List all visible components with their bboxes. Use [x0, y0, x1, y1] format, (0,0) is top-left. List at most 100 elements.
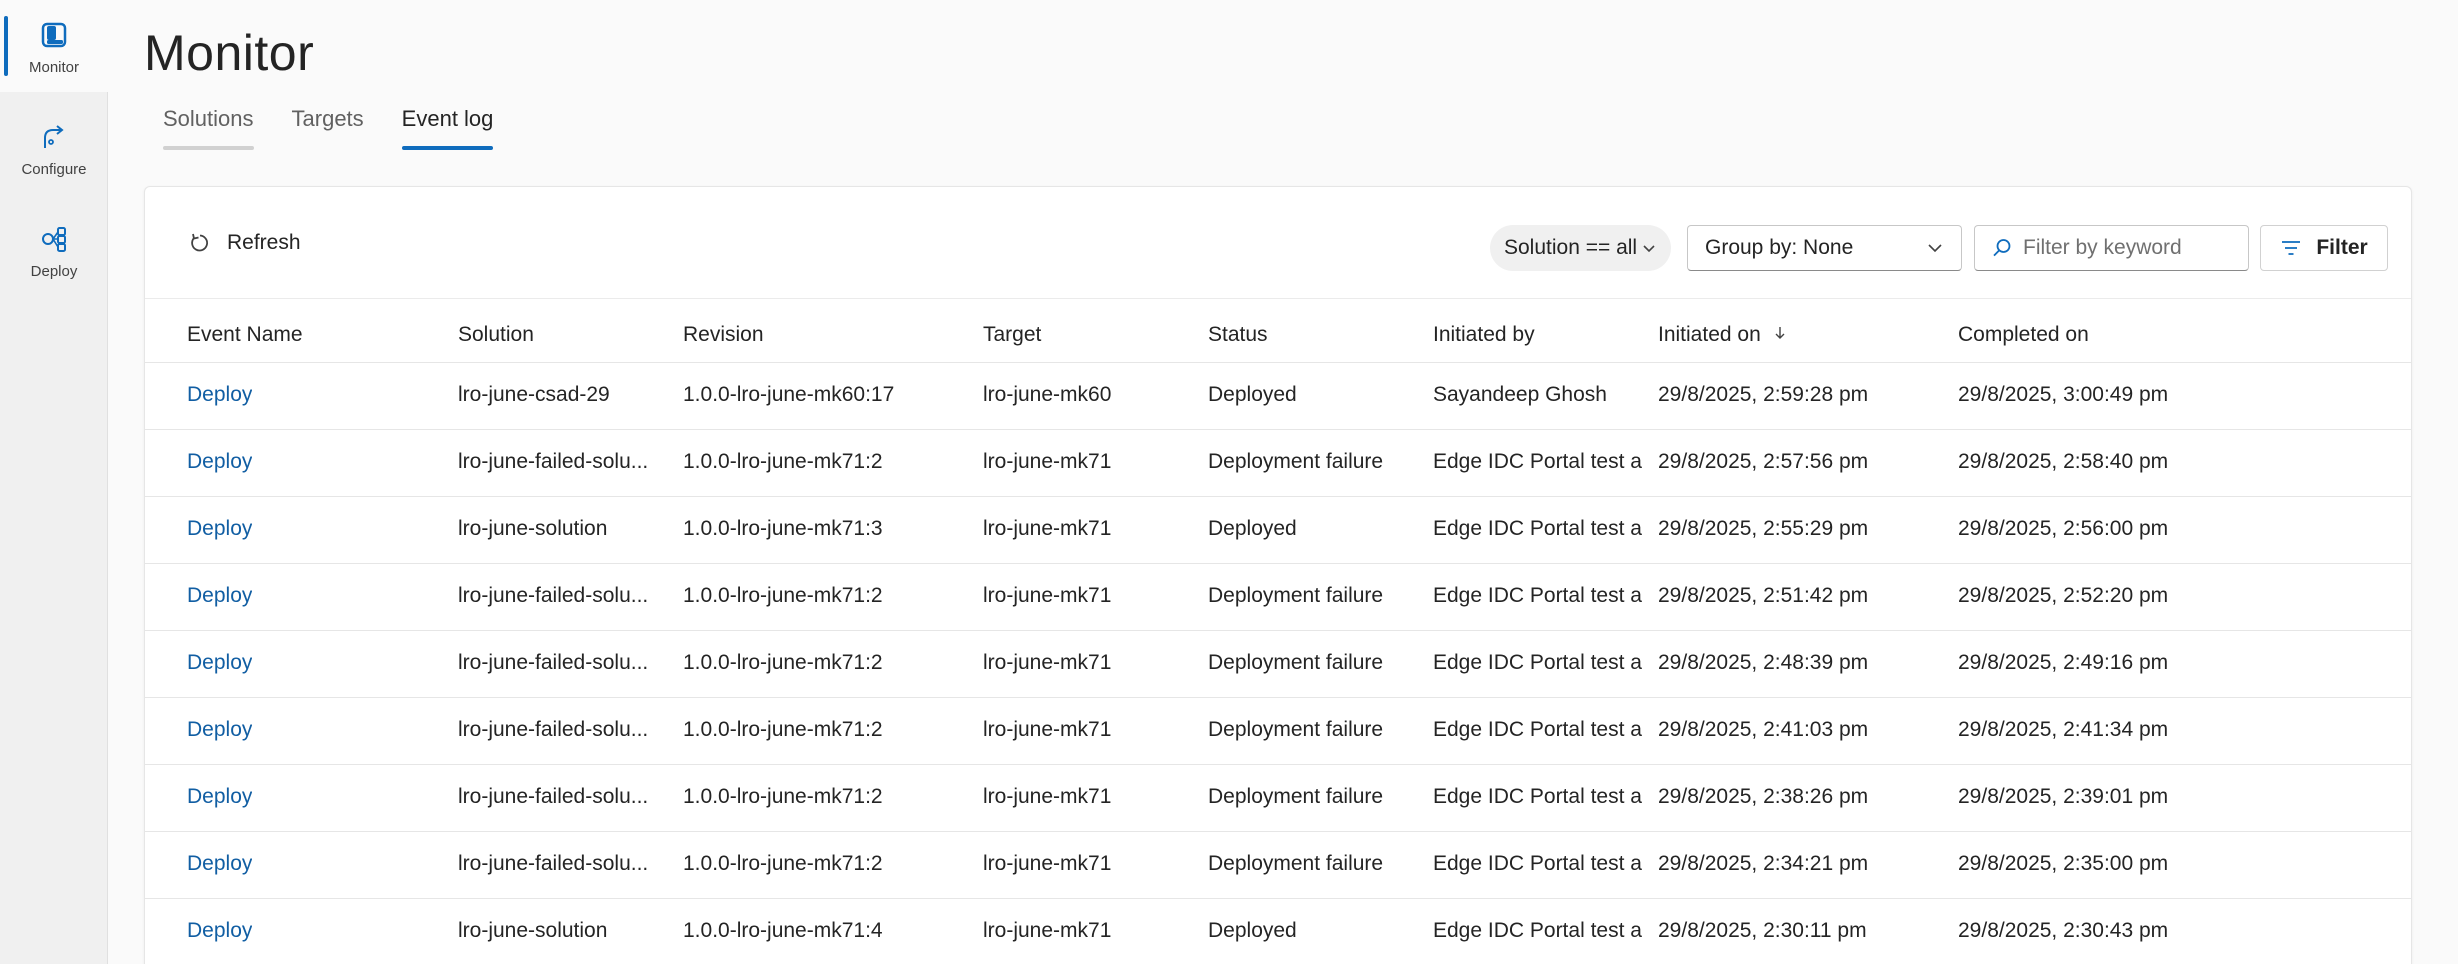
- search-icon: [1991, 237, 2013, 259]
- initiated-by-cell: Edge IDC Portal test a: [1433, 718, 1642, 741]
- status-cell: Deployment failure: [1208, 450, 1384, 473]
- solution-cell: lro-june-solution: [458, 919, 608, 942]
- tab-targets[interactable]: Targets: [292, 100, 364, 150]
- initiated-on-cell: 29/8/2025, 2:48:39 pm: [1658, 651, 1869, 674]
- initiated-on-cell: 29/8/2025, 2:34:21 pm: [1658, 852, 1869, 875]
- nav-item-monitor[interactable]: Monitor: [0, 0, 108, 92]
- initiated-by-cell: Edge IDC Portal test a: [1433, 852, 1642, 875]
- nav-item-deploy[interactable]: Deploy: [0, 204, 108, 296]
- solution-cell: lro-june-failed-solu...: [458, 785, 649, 808]
- table-row[interactable]: Deploy lro-june-failed-solu... 1.0.0-lro-j…: [145, 564, 2411, 631]
- initiated-on-cell: 29/8/2025, 2:30:11 pm: [1658, 919, 1867, 942]
- event-name-link[interactable]: Deploy: [187, 852, 252, 876]
- solution-filter-pill[interactable]: Solution == all: [1490, 225, 1672, 271]
- status-cell: Deployment failure: [1208, 852, 1384, 875]
- target-cell: lro-june-mk71: [983, 852, 1112, 875]
- status-cell: Deployed: [1208, 383, 1297, 406]
- column-header-event-name[interactable]: Event Name: [187, 323, 303, 347]
- monitor-icon: [36, 17, 72, 53]
- tab-list: Solutions Targets Event log: [163, 100, 531, 152]
- initiated-by-cell: Edge IDC Portal test a: [1433, 584, 1642, 607]
- solution-cell: lro-june-failed-solu...: [458, 584, 649, 607]
- solution-cell: lro-june-failed-solu...: [458, 718, 649, 741]
- nav-item-label: Monitor: [28, 58, 80, 76]
- deploy-icon: [36, 221, 72, 257]
- tab-label: Targets: [291, 106, 364, 131]
- event-name-link[interactable]: Deploy: [187, 919, 252, 943]
- initiated-on-cell: 29/8/2025, 2:59:28 pm: [1658, 383, 1869, 406]
- status-cell: Deployment failure: [1208, 718, 1384, 741]
- column-header-status[interactable]: Status: [1208, 323, 1268, 347]
- group-by-dropdown[interactable]: Group by: None: [1687, 225, 1962, 271]
- table-row[interactable]: Deploy lro-june-solution 1.0.0-lro-june-mk…: [145, 899, 2411, 964]
- completed-on-cell: 29/8/2025, 2:30:43 pm: [1958, 919, 2169, 942]
- revision-cell: 1.0.0-lro-june-mk71:2: [683, 584, 883, 607]
- refresh-button[interactable]: Refresh: [189, 225, 301, 261]
- keyword-search-box: [1974, 225, 2249, 271]
- column-header-initiated-on[interactable]: Initiated on: [1658, 323, 1787, 347]
- status-cell: Deployment failure: [1208, 651, 1384, 674]
- column-header-label: Initiated on: [1658, 323, 1761, 346]
- nav-item-label: Configure: [21, 160, 87, 178]
- group-by-value: Group by: None: [1705, 236, 1854, 259]
- tab-underline: [163, 146, 254, 150]
- revision-cell: 1.0.0-lro-june-mk71:2: [683, 450, 883, 473]
- column-header-target[interactable]: Target: [983, 323, 1041, 347]
- search-input[interactable]: [2023, 236, 2233, 260]
- table-row[interactable]: Deploy lro-june-solution 1.0.0-lro-june-mk…: [145, 497, 2411, 564]
- nav-item-configure[interactable]: Configure: [0, 102, 108, 194]
- filter-button[interactable]: Filter: [2260, 225, 2388, 271]
- table-row[interactable]: Deploy lro-june-failed-solu... 1.0.0-lro-j…: [145, 631, 2411, 698]
- filter-icon: [2280, 237, 2302, 259]
- completed-on-cell: 29/8/2025, 2:49:16 pm: [1958, 651, 2169, 674]
- table-row[interactable]: Deploy lro-june-failed-solu... 1.0.0-lro-j…: [145, 832, 2411, 899]
- target-cell: lro-june-mk71: [983, 718, 1112, 741]
- initiated-by-cell: Edge IDC Portal test a: [1433, 517, 1642, 540]
- status-cell: Deployment failure: [1208, 785, 1384, 808]
- table-row[interactable]: Deploy lro-june-failed-solu... 1.0.0-lro-j…: [145, 698, 2411, 765]
- revision-cell: 1.0.0-lro-june-mk71:2: [683, 785, 883, 808]
- revision-cell: 1.0.0-lro-june-mk71:2: [683, 651, 883, 674]
- target-cell: lro-june-mk71: [983, 785, 1112, 808]
- initiated-by-cell: Edge IDC Portal test a: [1433, 785, 1642, 808]
- event-name-link[interactable]: Deploy: [187, 383, 252, 407]
- event-name-link[interactable]: Deploy: [187, 785, 252, 809]
- status-cell: Deployed: [1208, 919, 1297, 942]
- nav-item-label: Deploy: [30, 262, 78, 280]
- chevron-down-icon: [1925, 238, 1945, 258]
- completed-on-cell: 29/8/2025, 2:35:00 pm: [1958, 852, 2169, 875]
- solution-cell: lro-june-solution: [458, 517, 608, 540]
- column-header-revision[interactable]: Revision: [683, 323, 764, 347]
- column-header-initiated-by[interactable]: Initiated by: [1433, 323, 1535, 347]
- event-name-link[interactable]: Deploy: [187, 651, 252, 675]
- table-row[interactable]: Deploy lro-june-csad-29 1.0.0-lro-june-mk6…: [145, 363, 2411, 430]
- initiated-on-cell: 29/8/2025, 2:41:03 pm: [1658, 718, 1869, 741]
- sort-descending-icon: [1773, 323, 1787, 347]
- table-row[interactable]: Deploy lro-june-failed-solu... 1.0.0-lro-j…: [145, 430, 2411, 497]
- solution-cell: lro-june-csad-29: [458, 383, 610, 406]
- completed-on-cell: 29/8/2025, 2:41:34 pm: [1958, 718, 2169, 741]
- tab-event-log[interactable]: Event log: [401, 100, 494, 150]
- filter-label: Filter: [2316, 236, 2368, 259]
- initiated-on-cell: 29/8/2025, 2:51:42 pm: [1658, 584, 1869, 607]
- solution-cell: lro-june-failed-solu...: [458, 450, 649, 473]
- event-name-link[interactable]: Deploy: [187, 450, 252, 474]
- table-row[interactable]: Deploy lro-june-failed-solu... 1.0.0-lro-j…: [145, 765, 2411, 832]
- initiated-by-cell: Sayandeep Ghosh: [1433, 383, 1607, 406]
- column-header-completed-on[interactable]: Completed on: [1958, 323, 2089, 347]
- tab-underline: [401, 146, 494, 150]
- tab-label: Event log: [401, 106, 494, 131]
- event-name-link[interactable]: Deploy: [187, 517, 252, 541]
- target-cell: lro-june-mk71: [983, 919, 1112, 942]
- initiated-by-cell: Edge IDC Portal test a: [1433, 651, 1642, 674]
- event-name-link[interactable]: Deploy: [187, 584, 252, 608]
- tab-solutions[interactable]: Solutions: [163, 100, 254, 150]
- target-cell: lro-june-mk71: [983, 517, 1112, 540]
- initiated-on-cell: 29/8/2025, 2:38:26 pm: [1658, 785, 1869, 808]
- toolbar: Refresh Solution == all Group by: None F…: [145, 187, 2411, 299]
- event-name-link[interactable]: Deploy: [187, 718, 252, 742]
- column-header-solution[interactable]: Solution: [458, 323, 534, 347]
- solution-cell: lro-june-failed-solu...: [458, 651, 649, 674]
- page-title: Monitor: [144, 25, 315, 81]
- initiated-by-cell: Edge IDC Portal test a: [1433, 450, 1642, 473]
